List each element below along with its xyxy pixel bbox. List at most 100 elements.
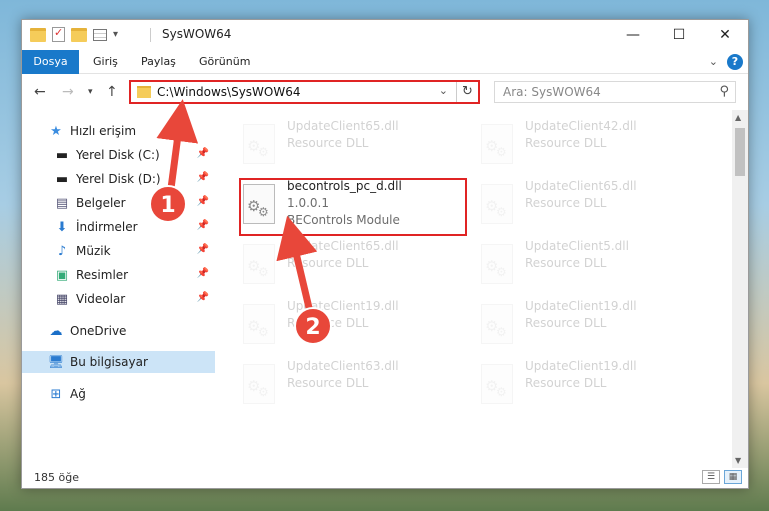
file-description: Resource DLL xyxy=(525,136,607,150)
sidebar-item-label: İndirmeler xyxy=(76,220,138,234)
sidebar-item-this-pc[interactable]: 🖥 Bu bilgisayar xyxy=(22,351,215,373)
window-controls: — ☐ ✕ xyxy=(610,20,748,50)
sidebar-item-onedrive[interactable]: ☁ OneDrive xyxy=(22,320,215,342)
file-name: UpdateClient65.dll xyxy=(287,119,399,133)
file-tile[interactable]: ⚙ ⚙ UpdateClient65.dll Resource DLL xyxy=(477,178,702,232)
file-name: UpdateClient5.dll xyxy=(525,239,629,253)
scroll-up-icon[interactable]: ▲ xyxy=(735,113,741,122)
sidebar-item-label: Yerel Disk (D:) xyxy=(76,172,161,186)
sidebar-item-label: Resimler xyxy=(76,268,129,282)
title-bar: ▾ SysWOW64 — ☐ ✕ xyxy=(22,20,748,50)
folder-icon xyxy=(137,86,151,98)
address-path[interactable]: C:\Windows\SysWOW64 xyxy=(157,85,301,99)
new-folder-icon[interactable] xyxy=(71,27,87,42)
sidebar-item-disk-c[interactable]: ▬ Yerel Disk (C:) 📌 xyxy=(22,144,215,166)
maximize-button[interactable]: ☐ xyxy=(656,20,702,50)
minimize-button[interactable]: — xyxy=(610,20,656,50)
sidebar-item-label: OneDrive xyxy=(70,324,127,338)
window-title: SysWOW64 xyxy=(162,27,232,41)
forward-button[interactable]: → xyxy=(62,84,74,100)
pictures-icon: ▣ xyxy=(55,267,69,283)
sidebar-item-label: Hızlı erişim xyxy=(70,124,137,138)
search-input[interactable]: Ara: SysWOW64 ⚲ xyxy=(494,81,736,103)
up-button[interactable]: ↑ xyxy=(106,84,118,100)
dll-file-icon: ⚙ ⚙ xyxy=(481,304,513,344)
file-description: Resource DLL xyxy=(287,316,369,330)
computer-icon: 🖥 xyxy=(47,354,65,370)
file-name: UpdateClient63.dll xyxy=(287,359,399,373)
sidebar-item-label: Belgeler xyxy=(76,196,126,210)
file-description: Resource DLL xyxy=(287,256,369,270)
view-switcher: ☰ ▦ xyxy=(702,470,742,484)
sidebar-item-label: Müzik xyxy=(76,244,111,258)
pin-icon[interactable]: 📌 xyxy=(197,244,209,255)
file-tile[interactable]: ⚙ ⚙ UpdateClient63.dll Resource DLL xyxy=(239,358,464,412)
sidebar-item-network[interactable]: ⊞ Ağ xyxy=(22,383,215,405)
sidebar-item-label: Ağ xyxy=(70,387,86,401)
sidebar-item-disk-d[interactable]: ▬ Yerel Disk (D:) 📌 xyxy=(22,168,215,190)
pin-icon[interactable]: 📌 xyxy=(197,268,209,279)
sidebar-item-documents[interactable]: ▤ Belgeler 📌 xyxy=(22,192,215,214)
search-placeholder: Ara: SysWOW64 xyxy=(503,85,601,99)
file-description: Resource DLL xyxy=(287,136,369,150)
recent-locations-icon[interactable]: ▾ xyxy=(88,87,93,97)
file-description: Resource DLL xyxy=(525,316,607,330)
tab-share[interactable]: Paylaş xyxy=(133,50,184,74)
vertical-scrollbar[interactable]: ▲ ▼ xyxy=(732,110,748,468)
file-tile[interactable]: ⚙ ⚙ UpdateClient19.dll Resource DLL xyxy=(477,358,702,412)
explorer-window: ▾ SysWOW64 — ☐ ✕ Dosya Giriş Paylaş Görü… xyxy=(21,19,749,489)
item-count: 185 öğe xyxy=(34,471,79,484)
dll-file-icon: ⚙ ⚙ xyxy=(481,244,513,284)
file-tile[interactable]: ⚙ ⚙ UpdateClient19.dll Resource DLL xyxy=(239,298,464,352)
close-button[interactable]: ✕ xyxy=(702,20,748,50)
pin-icon[interactable]: 📌 xyxy=(197,220,209,231)
title-divider xyxy=(150,28,151,42)
refresh-button[interactable]: ↻ xyxy=(456,82,478,102)
file-tile[interactable]: ⚙ ⚙ UpdateClient5.dll Resource DLL xyxy=(477,238,702,292)
sidebar-item-music[interactable]: ♪ Müzik 📌 xyxy=(22,240,215,262)
properties-check-icon[interactable] xyxy=(52,26,65,42)
file-tile[interactable]: ⚙ ⚙ UpdateClient65.dll Resource DLL xyxy=(239,118,464,172)
tiles-view-icon[interactable]: ▦ xyxy=(724,470,742,484)
file-name: UpdateClient19.dll xyxy=(287,299,399,313)
rename-icon[interactable] xyxy=(93,28,107,41)
chevron-down-icon[interactable]: ⌄ xyxy=(439,84,448,97)
sidebar-item-downloads[interactable]: ⬇ İndirmeler 📌 xyxy=(22,216,215,238)
expand-ribbon-icon[interactable]: ⌄ xyxy=(709,55,718,68)
network-icon: ⊞ xyxy=(50,386,62,402)
tab-view[interactable]: Görünüm xyxy=(191,50,258,74)
address-bar[interactable]: C:\Windows\SysWOW64 ⌄ ↻ xyxy=(129,80,480,104)
pin-icon[interactable]: 📌 xyxy=(197,292,209,303)
sidebar-item-quick-access[interactable]: ★ Hızlı erişim xyxy=(22,120,215,142)
chevron-down-icon[interactable]: ▾ xyxy=(113,29,118,40)
sidebar-item-label: Bu bilgisayar xyxy=(70,355,148,369)
dll-file-icon: ⚙ ⚙ xyxy=(481,364,513,404)
file-tile[interactable]: ⚙ ⚙ UpdateClient42.dll Resource DLL xyxy=(477,118,702,172)
back-button[interactable]: ← xyxy=(34,84,46,100)
file-tile[interactable]: ⚙ ⚙ UpdateClient19.dll Resource DLL xyxy=(477,298,702,352)
dll-file-icon: ⚙ ⚙ xyxy=(243,364,275,404)
drive-icon: ▬ xyxy=(55,147,69,163)
download-icon: ⬇ xyxy=(56,219,68,235)
file-tile[interactable]: ⚙ ⚙ UpdateClient65.dll Resource DLL xyxy=(239,238,464,292)
scroll-thumb[interactable] xyxy=(735,128,745,176)
quick-access-toolbar: ▾ xyxy=(30,26,118,42)
folder-icon xyxy=(30,27,46,42)
details-view-icon[interactable]: ☰ xyxy=(702,470,720,484)
star-icon: ★ xyxy=(50,123,62,139)
pin-icon[interactable]: 📌 xyxy=(197,148,209,159)
scroll-down-icon[interactable]: ▼ xyxy=(735,456,741,465)
tab-home[interactable]: Giriş xyxy=(85,50,126,74)
dll-file-icon: ⚙ ⚙ xyxy=(243,304,275,344)
drive-icon: ▬ xyxy=(55,171,69,187)
sidebar-item-pictures[interactable]: ▣ Resimler 📌 xyxy=(22,264,215,286)
tab-file[interactable]: Dosya xyxy=(22,50,79,74)
file-description: Resource DLL xyxy=(525,196,607,210)
pin-icon[interactable]: 📌 xyxy=(197,172,209,183)
dll-file-icon: ⚙ ⚙ xyxy=(243,124,275,164)
dll-file-icon: ⚙ ⚙ xyxy=(481,124,513,164)
pin-icon[interactable]: 📌 xyxy=(197,196,209,207)
sidebar-item-videos[interactable]: ▦ Videolar 📌 xyxy=(22,288,215,310)
search-icon[interactable]: ⚲ xyxy=(719,84,729,99)
help-icon[interactable]: ? xyxy=(727,54,743,70)
